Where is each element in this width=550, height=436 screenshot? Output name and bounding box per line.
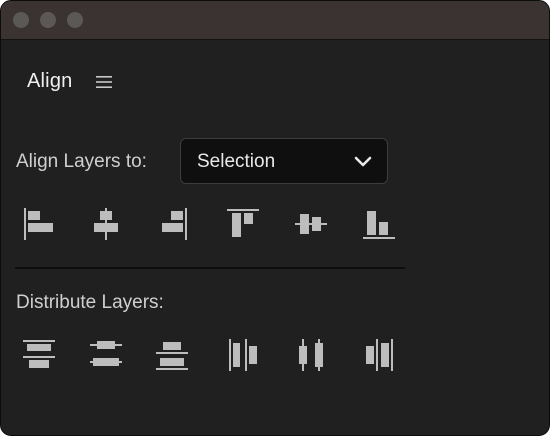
distribute-layers-label: Distribute Layers: xyxy=(16,292,164,313)
align-to-dropdown[interactable]: Selection xyxy=(180,138,388,184)
align-left-icon xyxy=(21,206,57,242)
distribute-right-icon xyxy=(361,337,397,373)
distribute-vertical-center-icon xyxy=(88,337,124,373)
distribute-horizontal-center-icon xyxy=(293,337,329,373)
distribute-left-edges-button[interactable] xyxy=(225,337,261,373)
align-vertical-center-icon xyxy=(293,206,329,242)
section-divider xyxy=(15,267,405,269)
align-vertical-centers-button[interactable] xyxy=(293,206,329,242)
distribute-bottom-edges-button[interactable] xyxy=(154,337,190,373)
distribute-right-edges-button[interactable] xyxy=(361,337,397,373)
minimize-window-button[interactable] xyxy=(40,12,56,28)
align-bottom-edges-button[interactable] xyxy=(361,206,397,242)
panel-title: Align xyxy=(27,70,73,92)
align-layers-to-label: Align Layers to: xyxy=(16,151,147,172)
distribute-top-edges-button[interactable] xyxy=(21,337,57,373)
align-panel-window: Align Align Layers to: Selection Distrib… xyxy=(0,0,550,436)
align-horizontal-centers-button[interactable] xyxy=(88,206,124,242)
zoom-window-button[interactable] xyxy=(67,12,83,28)
align-right-icon xyxy=(154,206,190,242)
align-horizontal-center-icon xyxy=(88,206,124,242)
distribute-top-icon xyxy=(21,337,57,373)
title-bar[interactable] xyxy=(1,1,549,40)
hamburger-menu-icon[interactable] xyxy=(96,75,112,89)
align-right-edges-button[interactable] xyxy=(154,206,190,242)
distribute-left-icon xyxy=(225,337,261,373)
align-top-edges-button[interactable] xyxy=(225,206,261,242)
distribute-vertical-centers-button[interactable] xyxy=(88,337,124,373)
chevron-down-icon xyxy=(354,155,372,167)
align-bottom-icon xyxy=(361,206,397,242)
distribute-bottom-icon xyxy=(154,337,190,373)
align-top-icon xyxy=(225,206,261,242)
align-left-edges-button[interactable] xyxy=(21,206,57,242)
align-to-dropdown-value: Selection xyxy=(197,151,276,172)
close-window-button[interactable] xyxy=(13,12,29,28)
distribute-horizontal-centers-button[interactable] xyxy=(293,337,329,373)
